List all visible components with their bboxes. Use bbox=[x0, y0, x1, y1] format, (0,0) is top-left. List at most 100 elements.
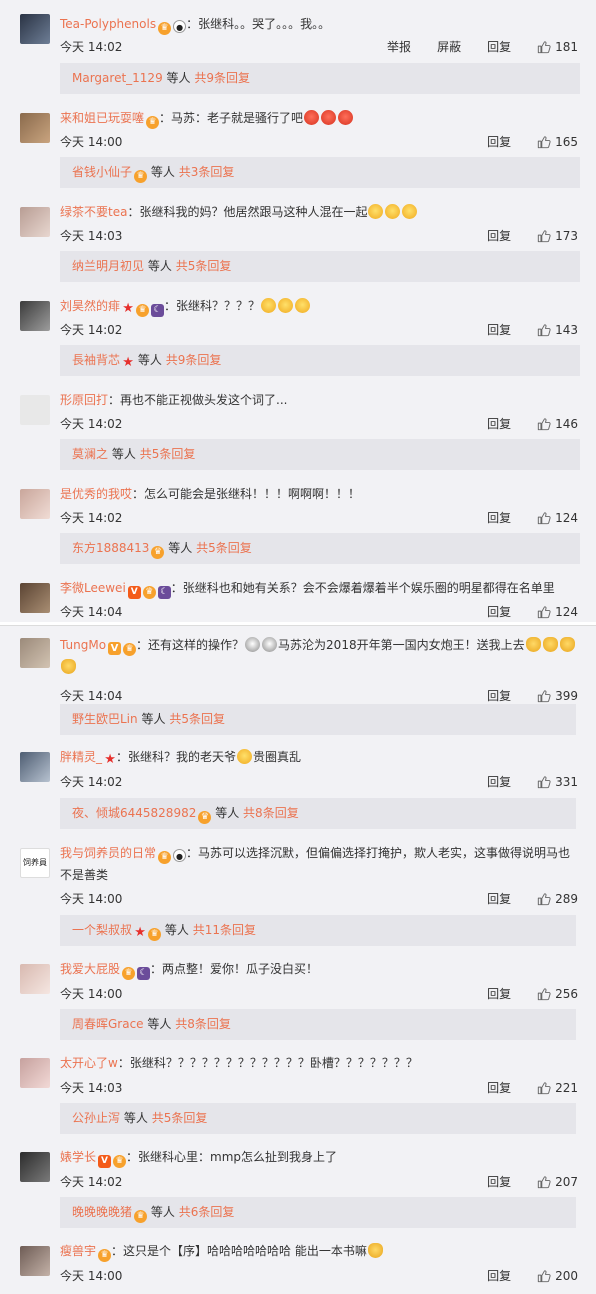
reply-button[interactable]: 回复 bbox=[487, 985, 511, 1002]
username-link[interactable]: 瘦兽宇 bbox=[60, 1244, 96, 1258]
username-link[interactable]: 婊学长 bbox=[60, 1150, 96, 1164]
like-button[interactable]: 146 bbox=[537, 417, 578, 431]
like-button[interactable]: 173 bbox=[537, 229, 578, 243]
reply-button[interactable]: 回复 bbox=[487, 227, 511, 244]
avatar[interactable] bbox=[20, 113, 50, 143]
username-link[interactable]: 李微Leewei bbox=[60, 581, 126, 595]
reply-username[interactable]: 莫澜之 bbox=[72, 447, 108, 461]
reply-total[interactable]: 共5条回复 bbox=[169, 712, 225, 726]
reply-username[interactable]: Margaret_1129 bbox=[72, 71, 163, 85]
reply-total[interactable]: 共5条回复 bbox=[196, 541, 252, 555]
avatar[interactable] bbox=[20, 1058, 50, 1088]
reply-total[interactable]: 共6条回复 bbox=[179, 1205, 235, 1219]
like-button[interactable]: 256 bbox=[537, 987, 578, 1001]
reply-button[interactable]: 回复 bbox=[487, 321, 511, 338]
comment-text: ：怎么可能会是张继科！！！啊啊啊！！！ bbox=[132, 487, 361, 501]
reply-username[interactable]: 东方1888413 bbox=[72, 541, 149, 555]
reply-total[interactable]: 共5条回复 bbox=[152, 1111, 208, 1125]
star-badge-icon: ★ bbox=[134, 925, 146, 940]
reply-summary[interactable]: 公孙止泻 等人 共5条回复 bbox=[60, 1103, 576, 1134]
reply-summary[interactable]: 省钱小仙子 ♛ 等人 共3条回复 bbox=[60, 157, 580, 188]
thumb-up-icon bbox=[537, 605, 551, 619]
avatar[interactable] bbox=[20, 752, 50, 782]
avatar[interactable] bbox=[20, 14, 50, 44]
like-button[interactable]: 200 bbox=[537, 1269, 578, 1283]
reply-button[interactable]: 回复 bbox=[487, 415, 511, 432]
reply-summary[interactable]: 纳兰明月初见 等人 共5条回复 bbox=[60, 251, 580, 282]
reply-username[interactable]: 一个梨叔叔 bbox=[72, 923, 132, 937]
reply-username[interactable]: 周春晖Grace bbox=[72, 1017, 144, 1031]
avatar[interactable] bbox=[20, 1246, 50, 1276]
like-button[interactable]: 124 bbox=[537, 605, 578, 619]
like-button[interactable]: 143 bbox=[537, 323, 578, 337]
reply-total[interactable]: 共8条回复 bbox=[175, 1017, 231, 1031]
like-button[interactable]: 181 bbox=[537, 40, 578, 54]
username-link[interactable]: 形原回打 bbox=[60, 393, 108, 407]
username-link[interactable]: 我与饲养员的日常 bbox=[60, 846, 156, 860]
reply-button[interactable]: 回复 bbox=[487, 687, 511, 704]
avatar[interactable] bbox=[20, 964, 50, 994]
avatar[interactable] bbox=[20, 489, 50, 519]
like-button[interactable]: 399 bbox=[537, 689, 578, 703]
username-link[interactable]: 来和姐已玩耍噻 bbox=[60, 111, 144, 125]
username-link[interactable]: 我爱大屁股 bbox=[60, 962, 120, 976]
reply-summary[interactable]: 野生欧巴Lin 等人 共5条回复 bbox=[60, 704, 576, 735]
reply-total[interactable]: 共5条回复 bbox=[140, 447, 196, 461]
reply-button[interactable]: 回复 bbox=[487, 773, 511, 790]
reply-username[interactable]: 晚晚晚晚猪 bbox=[72, 1205, 132, 1219]
reply-button[interactable]: 回复 bbox=[487, 509, 511, 526]
reply-total[interactable]: 共3条回复 bbox=[179, 165, 235, 179]
username-link[interactable]: 太开心了w bbox=[60, 1056, 118, 1070]
reply-button[interactable]: 回复 bbox=[487, 1079, 511, 1096]
reply-username[interactable]: 纳兰明月初见 bbox=[72, 259, 144, 273]
username-link[interactable]: TungMo bbox=[60, 638, 106, 652]
reply-total[interactable]: 共5条回复 bbox=[176, 259, 232, 273]
like-button[interactable]: 124 bbox=[537, 511, 578, 525]
username-link[interactable]: Tea-Polyphenols bbox=[60, 17, 156, 31]
avatar[interactable] bbox=[20, 583, 50, 613]
report-button[interactable]: 举报 bbox=[387, 38, 411, 55]
reply-button[interactable]: 回复 bbox=[487, 890, 511, 907]
reply-username[interactable]: 夜、倾城6445828982 bbox=[72, 806, 196, 820]
like-button[interactable]: 221 bbox=[537, 1081, 578, 1095]
reply-summary[interactable]: 东方1888413 ♛ 等人 共5条回复 bbox=[60, 533, 580, 564]
like-button[interactable]: 289 bbox=[537, 892, 578, 906]
reply-summary[interactable]: 一个梨叔叔 ★ ♛ 等人 共11条回复 bbox=[60, 915, 576, 946]
avatar[interactable] bbox=[20, 301, 50, 331]
comment-body: 李微Leewei V ♛ ☾ ：张继科也和她有关系？会不会爆着爆着半个娱乐圈的明星都得在… bbox=[60, 579, 586, 599]
reply-total[interactable]: 共11条回复 bbox=[193, 923, 256, 937]
reply-button[interactable]: 回复 bbox=[487, 1173, 511, 1190]
avatar[interactable] bbox=[20, 395, 50, 425]
reply-total[interactable]: 共9条回复 bbox=[166, 353, 222, 367]
reply-username[interactable]: 省钱小仙子 bbox=[72, 165, 132, 179]
username-link[interactable]: 绿茶不要tea bbox=[60, 205, 127, 219]
reply-summary[interactable]: 長袖背芯 ★ 等人 共9条回复 bbox=[60, 345, 580, 376]
like-button[interactable]: 165 bbox=[537, 135, 578, 149]
reply-button[interactable]: 回复 bbox=[487, 133, 511, 150]
reply-summary[interactable]: 周春晖Grace 等人 共8条回复 bbox=[60, 1009, 576, 1040]
reply-total[interactable]: 共8条回复 bbox=[243, 806, 299, 820]
smirk-emoji-icon bbox=[295, 298, 311, 313]
block-button[interactable]: 屏蔽 bbox=[437, 38, 461, 55]
username-link[interactable]: 刘昊然的痱 bbox=[60, 299, 120, 313]
username-link[interactable]: 胖精灵_ bbox=[60, 750, 102, 764]
reply-username[interactable]: 長袖背芯 bbox=[72, 353, 120, 367]
username-link[interactable]: 是优秀的我哎 bbox=[60, 487, 132, 501]
reply-username[interactable]: 野生欧巴Lin bbox=[72, 712, 138, 726]
reply-summary[interactable]: 夜、倾城6445828982 ♛ 等人 共8条回复 bbox=[60, 798, 576, 829]
avatar[interactable]: 饲养員 bbox=[20, 848, 50, 878]
like-button[interactable]: 331 bbox=[537, 775, 578, 789]
reply-button[interactable]: 回复 bbox=[487, 603, 511, 620]
reply-summary[interactable]: Margaret_1129 等人 共9条回复 bbox=[60, 63, 580, 94]
reply-button[interactable]: 回复 bbox=[487, 38, 511, 55]
avatar[interactable] bbox=[20, 1152, 50, 1182]
reply-username[interactable]: 公孙止泻 bbox=[72, 1111, 120, 1125]
reply-summary[interactable]: 晚晚晚晚猪 ♛ 等人 共6条回复 bbox=[60, 1197, 576, 1228]
like-button[interactable]: 207 bbox=[537, 1175, 578, 1189]
comment-time: 今天 14:04 bbox=[60, 605, 123, 619]
reply-summary[interactable]: 莫澜之 等人 共5条回复 bbox=[60, 439, 580, 470]
avatar[interactable] bbox=[20, 207, 50, 237]
reply-total[interactable]: 共9条回复 bbox=[194, 71, 250, 85]
reply-button[interactable]: 回复 bbox=[487, 1267, 511, 1284]
avatar[interactable] bbox=[20, 638, 50, 668]
